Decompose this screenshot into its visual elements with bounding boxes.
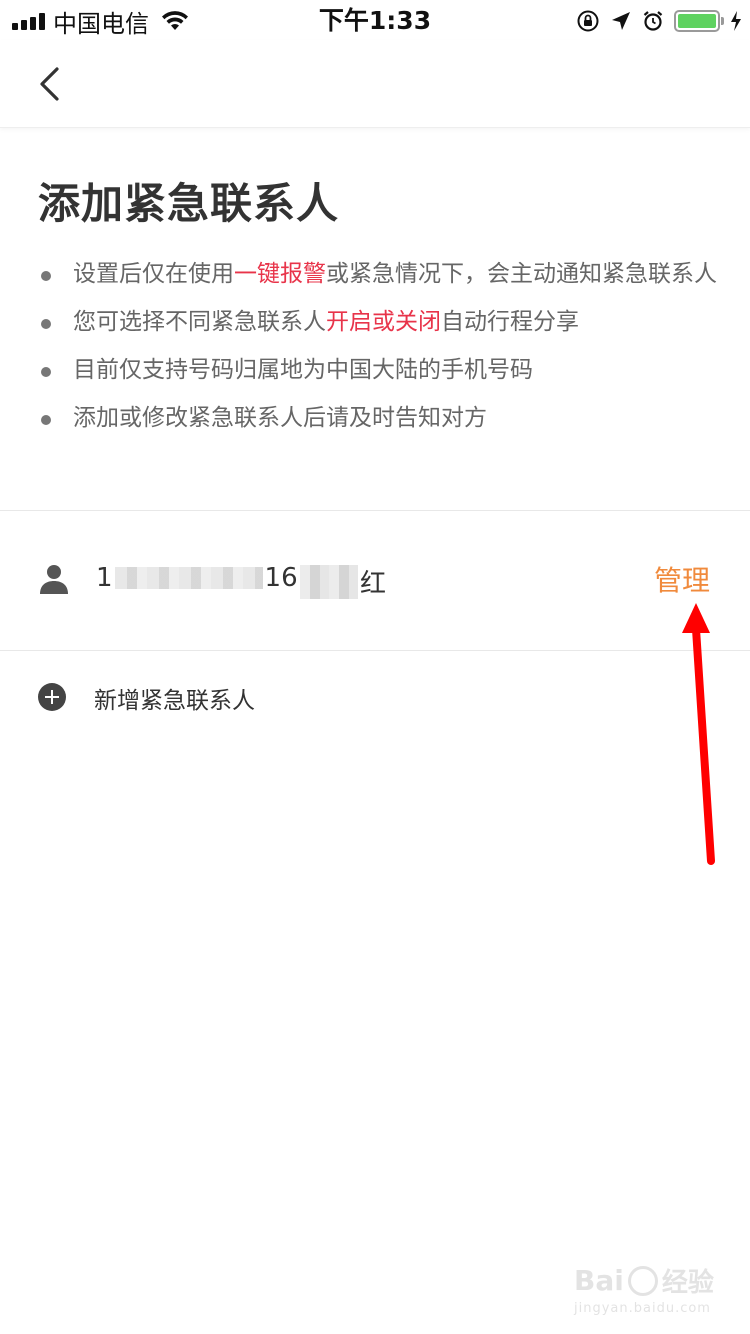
notice-text: 添加或修改紧急联系人后请及时告知对方 bbox=[73, 405, 487, 431]
notice-text: 设置后仅在使用 bbox=[73, 261, 234, 287]
notice-item: 设置后仅在使用一键报警或紧急情况下，会主动通知紧急联系人 bbox=[38, 258, 718, 291]
bullet-icon bbox=[41, 271, 51, 281]
paw-icon bbox=[627, 1265, 658, 1296]
manage-button[interactable]: 管理 bbox=[654, 559, 710, 599]
phone-suffix: 16 bbox=[264, 563, 298, 593]
back-button[interactable] bbox=[28, 62, 72, 106]
notice-item: 添加或修改紧急联系人后请及时告知对方 bbox=[38, 402, 718, 435]
page-title: 添加紧急联系人 bbox=[38, 179, 340, 228]
baidu-watermark: Bai 经验 jingyan.baidu.com bbox=[574, 1262, 714, 1322]
plus-circle-icon bbox=[38, 683, 66, 711]
bullet-icon bbox=[41, 367, 51, 377]
notice-highlight: 一键报警 bbox=[234, 261, 326, 287]
contact-row: 1 16 红 管理 bbox=[0, 511, 750, 650]
contact-name: 红 bbox=[300, 563, 386, 600]
phone-prefix: 1 bbox=[96, 563, 113, 593]
annotation-arrow bbox=[682, 603, 715, 865]
watermark-logo: Bai 经验 bbox=[574, 1262, 714, 1299]
watermark-url: jingyan.baidu.com bbox=[574, 1301, 711, 1316]
status-bar: 中国电信 下午1:33 bbox=[0, 0, 750, 40]
contact-phone: 1 16 bbox=[96, 563, 298, 593]
person-icon bbox=[40, 565, 68, 594]
add-contact-button[interactable]: 新增紧急联系人 bbox=[0, 651, 750, 741]
watermark-brand: Bai bbox=[574, 1264, 624, 1297]
notice-item: 目前仅支持号码归属地为中国大陆的手机号码 bbox=[38, 354, 718, 387]
bullet-icon bbox=[41, 415, 51, 425]
phone-mosaic bbox=[114, 567, 263, 589]
notice-text: 目前仅支持号码归属地为中国大陆的手机号码 bbox=[73, 357, 533, 383]
notice-item: 您可选择不同紧急联系人开启或关闭自动行程分享 bbox=[38, 306, 718, 339]
notice-text: 或紧急情况下，会主动通知紧急联系人 bbox=[326, 261, 717, 287]
name-mosaic bbox=[300, 564, 358, 599]
battery-icon bbox=[674, 10, 724, 32]
nav-bar bbox=[0, 40, 750, 128]
bullet-icon bbox=[41, 319, 51, 329]
alarm-icon bbox=[643, 11, 663, 31]
notice-highlight: 开启或关闭 bbox=[326, 309, 441, 335]
notice-list: 设置后仅在使用一键报警或紧急情况下，会主动通知紧急联系人 您可选择不同紧急联系人… bbox=[38, 258, 718, 450]
status-right bbox=[576, 4, 742, 38]
notice-text: 您可选择不同紧急联系人 bbox=[73, 309, 326, 335]
location-icon bbox=[612, 12, 630, 30]
name-visible: 红 bbox=[360, 569, 387, 599]
notice-text: 自动行程分享 bbox=[441, 309, 579, 335]
charging-icon bbox=[731, 11, 741, 31]
orientation-lock-icon bbox=[577, 10, 599, 32]
watermark-brand-cn: 经验 bbox=[661, 1268, 714, 1298]
chevron-left-icon bbox=[40, 67, 59, 101]
add-contact-label: 新增紧急联系人 bbox=[94, 688, 255, 714]
